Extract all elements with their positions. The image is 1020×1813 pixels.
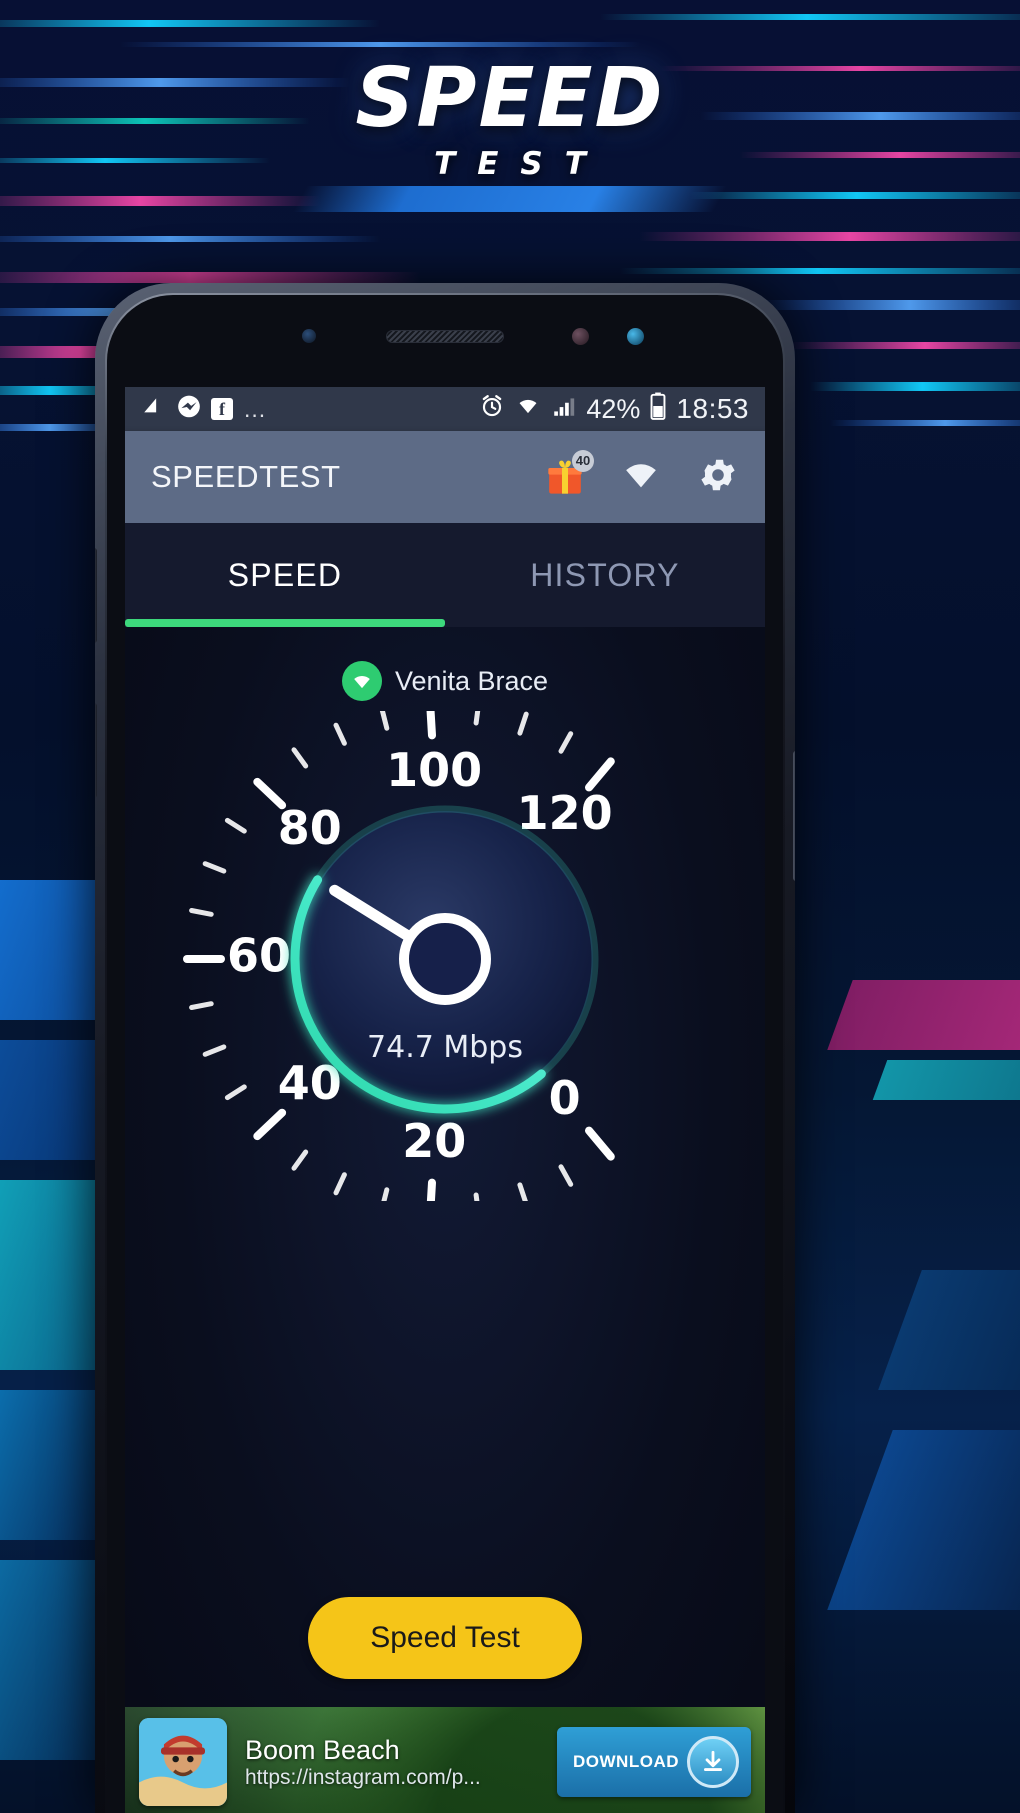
svg-text:100: 100 xyxy=(386,743,482,797)
tab-active-indicator xyxy=(125,619,445,627)
tab-bar: SPEED HISTORY xyxy=(125,523,765,627)
svg-text:0: 0 xyxy=(549,1071,581,1125)
phone-volume-up-button xyxy=(95,548,97,643)
earpiece-icon xyxy=(386,330,504,343)
ad-banner[interactable]: Boom Beach https://instagram.com/p... DO… xyxy=(125,1707,765,1813)
speed-test-action: Speed Test xyxy=(125,1597,765,1679)
ad-url: https://instagram.com/p... xyxy=(245,1765,481,1789)
bg-facet xyxy=(872,1060,1020,1100)
proximity-sensor-icon xyxy=(302,329,316,343)
phone-screen: f ... 42% 18:53 SPEEDTEST 40 SPEED HISTO… xyxy=(125,387,765,1813)
ad-copy: Boom Beach https://instagram.com/p... xyxy=(245,1735,557,1790)
download-icon xyxy=(687,1736,739,1788)
status-bar: f ... 42% 18:53 xyxy=(125,387,765,431)
svg-text:80: 80 xyxy=(278,801,342,855)
ad-cta-label: DOWNLOAD xyxy=(573,1752,679,1771)
status-bar-clock: 18:53 xyxy=(676,393,749,424)
signal-icon xyxy=(551,393,577,426)
app-title: SPEEDTEST xyxy=(151,459,341,494)
gmail-icon xyxy=(141,394,167,425)
phone-mockup: f ... 42% 18:53 SPEEDTEST 40 SPEED HISTO… xyxy=(95,283,795,1813)
bg-facet xyxy=(827,980,1020,1050)
tab-speed[interactable]: SPEED xyxy=(125,523,445,627)
notification-overflow-dots: ... xyxy=(244,395,267,422)
svg-text:20: 20 xyxy=(402,1114,466,1168)
status-bar-system: 42% 18:53 xyxy=(479,392,749,427)
speed-test-button[interactable]: Speed Test xyxy=(308,1597,582,1679)
wifi-status-icon xyxy=(341,661,382,701)
facebook-icon: f xyxy=(211,398,233,420)
tab-history[interactable]: HISTORY xyxy=(445,523,765,627)
front-camera-icon xyxy=(627,328,644,345)
iris-scanner-icon xyxy=(572,328,589,345)
alarm-icon xyxy=(479,393,505,426)
svg-text:74.7 Mbps: 74.7 Mbps xyxy=(367,1030,523,1065)
gift-button[interactable]: 40 xyxy=(545,450,594,497)
phone-power-button xyxy=(793,751,795,881)
gift-badge-count: 40 xyxy=(572,450,594,472)
gear-icon[interactable] xyxy=(697,454,739,501)
wifi-settings-button[interactable] xyxy=(619,456,663,499)
app-bar-actions: 40 xyxy=(545,450,739,501)
status-bar-notifications: f ... xyxy=(141,394,266,425)
battery-percent: 42% xyxy=(586,393,641,424)
speed-tab-content: Venita Brace 0 20 40 60 80 100 120 74.7 … xyxy=(125,627,765,1813)
speed-gauge: 0 20 40 60 80 100 120 74.7 Mbps xyxy=(145,697,745,1221)
app-bar: SPEEDTEST 40 xyxy=(125,431,765,523)
phone-volume-down-button xyxy=(95,703,97,798)
ad-app-icon xyxy=(139,1718,227,1806)
network-name: Venita Brace xyxy=(394,665,549,696)
app-screenshot: SPEED TEST f ... 42% 18:53 SPEEDTEST 40 … xyxy=(0,0,1020,1813)
wifi-icon xyxy=(514,393,542,426)
ad-download-button[interactable]: DOWNLOAD xyxy=(557,1727,751,1797)
svg-text:60: 60 xyxy=(227,929,291,983)
battery-icon xyxy=(649,392,667,427)
ad-title: Boom Beach xyxy=(245,1734,400,1765)
phone-bezel: f ... 42% 18:53 SPEEDTEST 40 SPEED HISTO… xyxy=(107,295,783,1813)
network-status-row: Venita Brace xyxy=(125,627,765,701)
messenger-icon xyxy=(176,394,202,425)
